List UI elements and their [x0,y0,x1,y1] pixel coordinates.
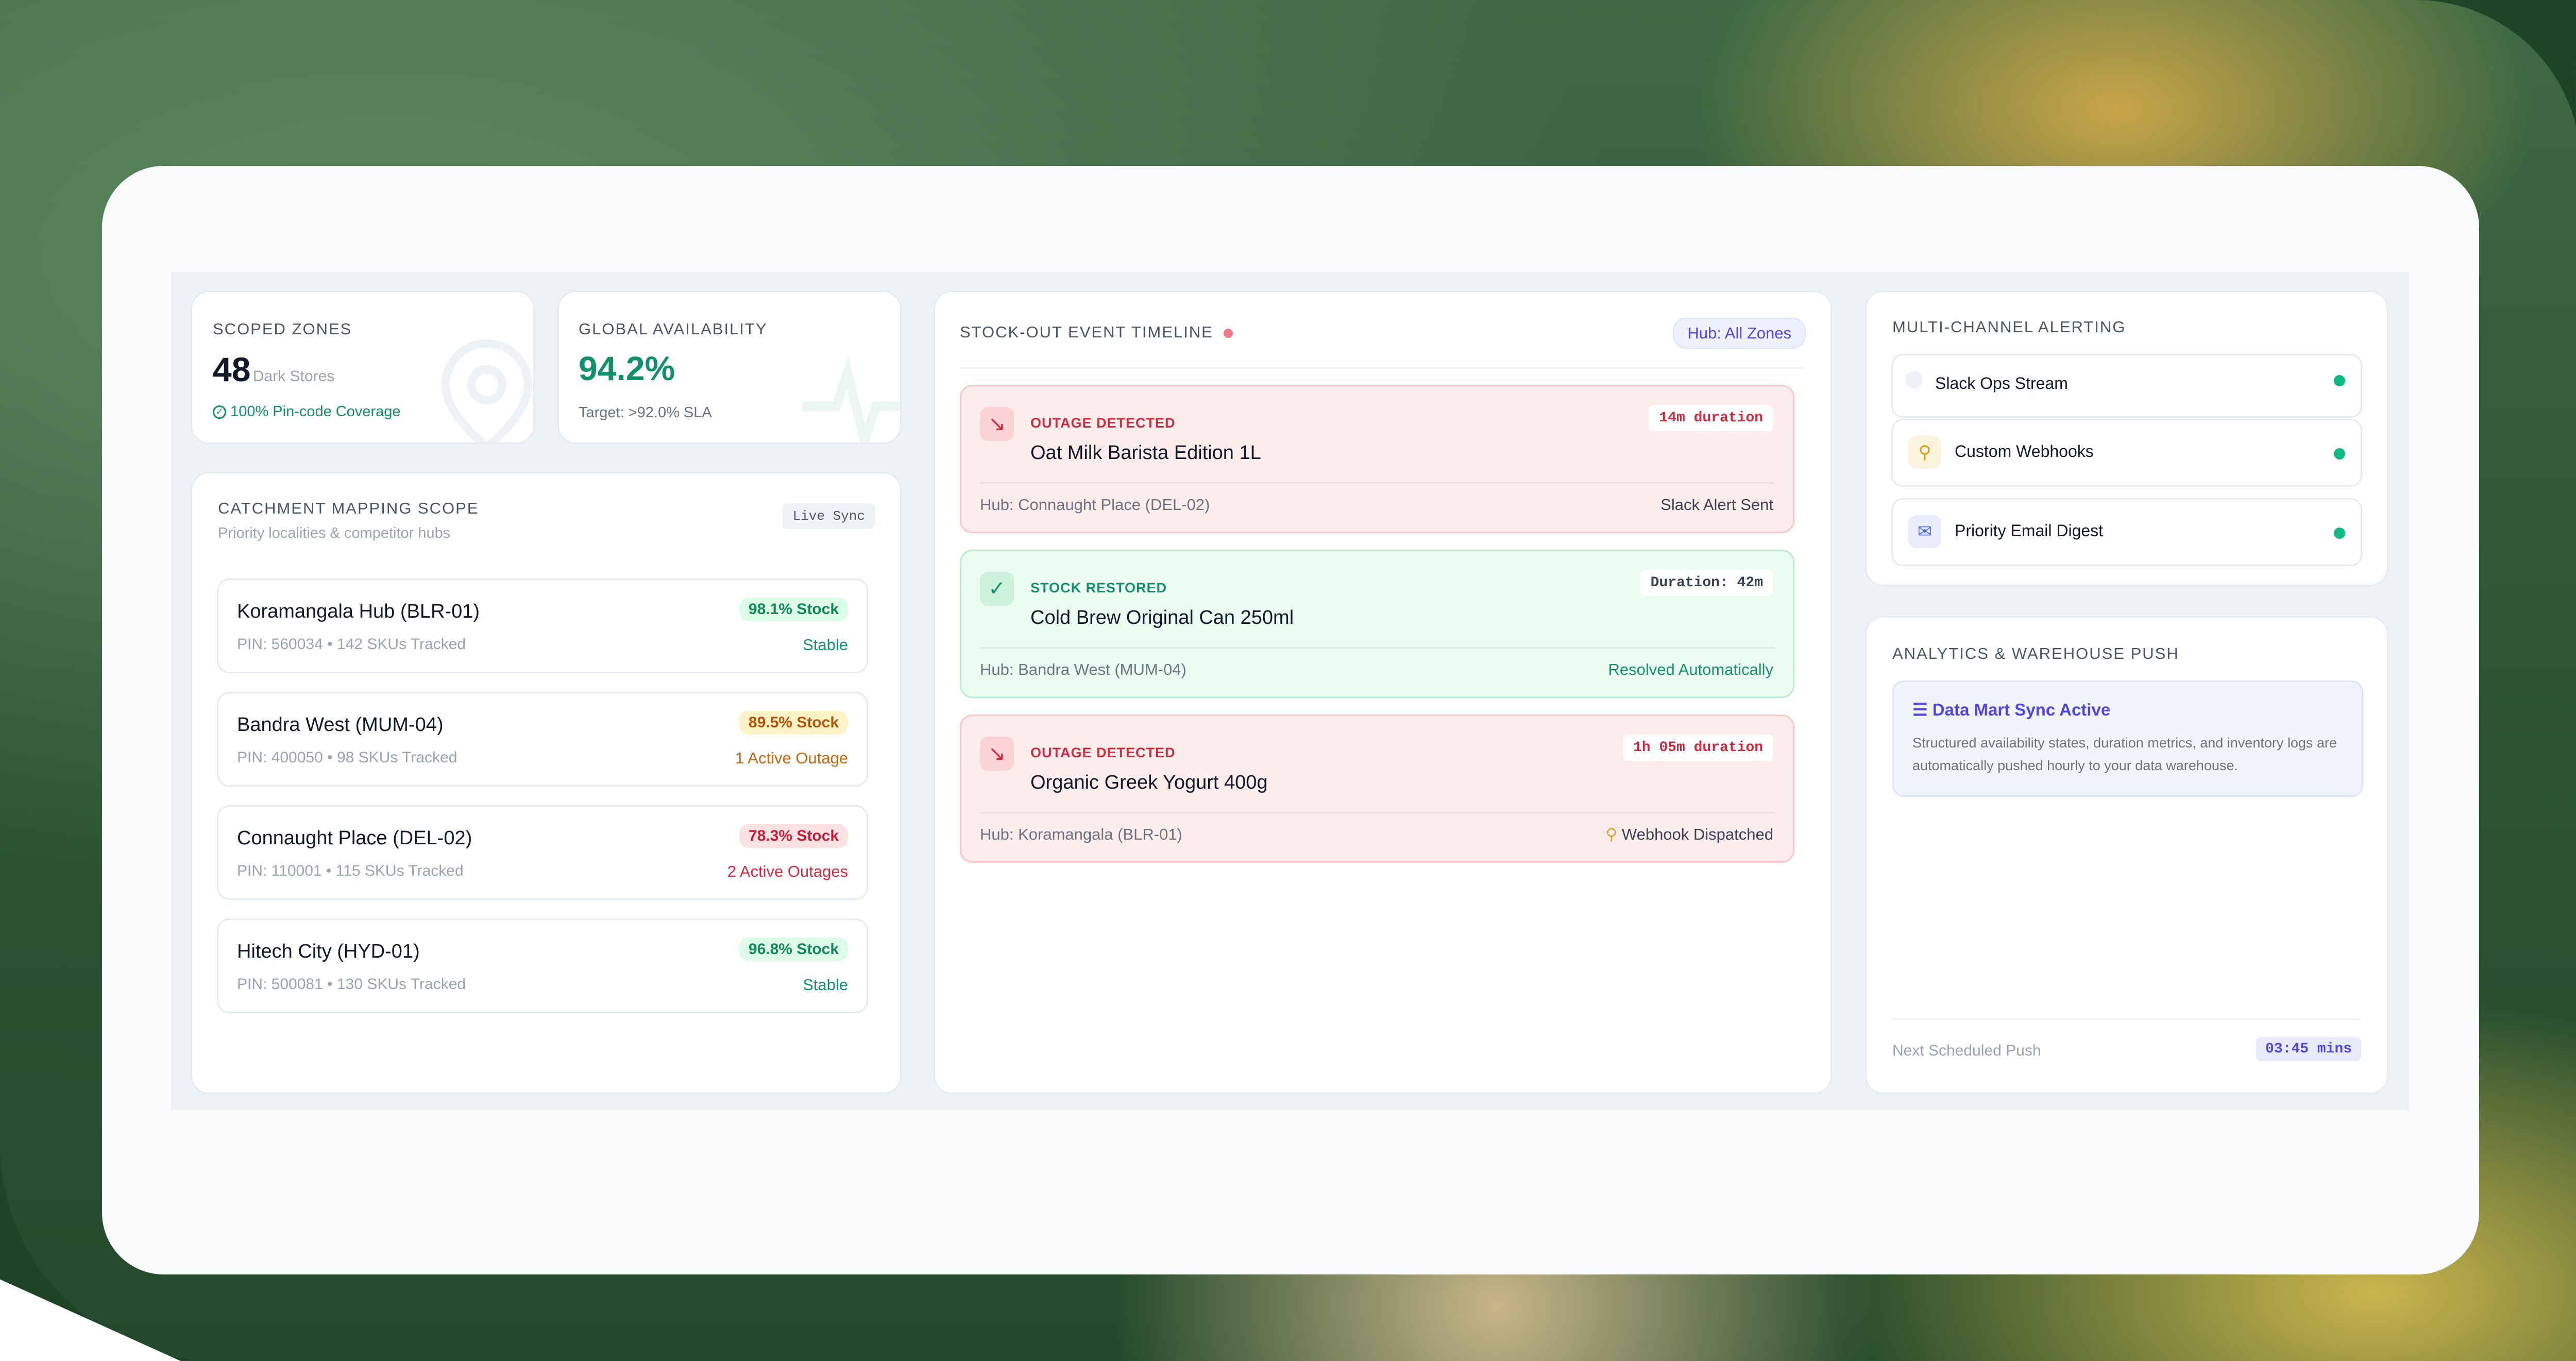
event-duration: 14m duration [1649,405,1773,431]
global-availability-panel: GLOBAL AVAILABILITY 94.2% Target: >92.0%… [557,291,902,444]
alert-channel-label: Custom Webhooks [1955,442,2094,461]
sync-card: ☰ Data Mart Sync Active Structured avail… [1892,680,2363,797]
event-duration: 1h 05m duration [1622,735,1773,761]
event-tag: OUTAGE DETECTED [1030,415,1176,431]
database-icon: ☰ [1912,700,1928,719]
dashboard: SCOPED ZONES 48 Dark Stores ✓ 100% Pin-c… [171,272,2409,1110]
timeline-title: STOCK-OUT EVENT TIMELINE [960,323,1213,341]
event-duration: Duration: 42m [1640,570,1773,596]
event-status: Slack Alert Sent [1660,496,1773,514]
timeline-event[interactable]: ↘ OUTAGE DETECTED Oat Milk Barista Editi… [960,385,1794,533]
dashboard-card: SCOPED ZONES 48 Dark Stores ✓ 100% Pin-c… [102,166,2479,1274]
event-tag: STOCK RESTORED [1030,580,1167,596]
check-circle-icon: ✓ [980,572,1014,606]
event-hub: Hub: Connaught Place (DEL-02) [980,496,1210,514]
alert-channel-label: Slack Ops Stream [1935,374,2068,393]
availability-value: 94.2% [579,349,675,387]
hub-name: Bandra West (MUM-04) [237,714,444,736]
catchment-subtitle: Priority localities & competitor hubs [218,525,451,541]
hub-meta: PIN: 560034 • 142 SKUs Tracked [237,636,466,653]
scoped-zones-panel: SCOPED ZONES 48 Dark Stores ✓ 100% Pin-c… [191,291,535,444]
catchment-title: CATCHMENT MAPPING SCOPE [218,499,479,517]
slack-icon [1905,371,1923,388]
zone-count: 48 [213,350,251,388]
next-push-label: Next Scheduled Push [1892,1042,2041,1059]
hub-meta: PIN: 110001 • 115 SKUs Tracked [237,862,464,879]
divider [960,367,1806,369]
hub-filter-button[interactable]: Hub: All Zones [1673,318,1806,349]
live-dot [1224,328,1233,338]
stock-badge: 98.1% Stock [739,598,848,621]
event-status: Resolved Automatically [1608,660,1774,678]
event-title: Cold Brew Original Can 250ml [1030,607,1294,628]
hub-name: Connaught Place (DEL-02) [237,827,472,849]
sync-title: Data Mart Sync Active [1932,700,2111,719]
hub-status: 1 Active Outage [735,749,848,767]
event-title: Organic Greek Yogurt 400g [1030,772,1268,793]
event-hub: Hub: Bandra West (MUM-04) [980,660,1187,678]
hub-row[interactable]: Koramangala Hub (BLR-01) PIN: 560034 • 1… [217,579,868,673]
hub-status: Stable [803,976,848,994]
status-dot [2334,448,2345,460]
check-circle-icon: ✓ [213,405,226,419]
next-push-timer: 03:45 mins [2256,1037,2361,1061]
availability-label: GLOBAL AVAILABILITY [579,320,768,338]
sync-description: Structured availability states, duration… [1912,735,2337,773]
hub-status: Stable [803,636,848,654]
location-pin-icon [441,339,533,443]
pulse-icon [802,356,900,443]
hub-name: Hitech City (HYD-01) [237,941,420,962]
alert-channel-webhooks[interactable]: ⚲ Custom Webhooks [1891,419,2362,487]
alert-channel-slack[interactable]: Slack Ops Stream [1891,354,2362,418]
hub-status: 2 Active Outages [727,862,848,880]
divider [980,482,1774,484]
hub-name: Koramangala Hub (BLR-01) [237,601,480,622]
status-dot [2334,528,2345,539]
webhook-icon: ⚲ [1908,436,1941,469]
analytics-title: ANALYTICS & WAREHOUSE PUSH [1892,644,2179,662]
stock-badge: 89.5% Stock [739,711,848,735]
alert-channel-email[interactable]: ✉ Priority Email Digest [1891,498,2362,566]
event-status: Webhook Dispatched [1621,825,1773,843]
trend-down-icon: ↘ [980,737,1014,771]
stock-badge: 96.8% Stock [739,938,848,961]
live-sync-badge: Live Sync [782,503,875,529]
webhook-icon: ⚲ [1605,825,1618,843]
divider [980,812,1774,813]
scoped-zones-label: SCOPED ZONES [213,320,352,338]
stock-badge: 78.3% Stock [739,824,848,848]
hub-meta: PIN: 400050 • 98 SKUs Tracked [237,749,457,766]
coverage-text: 100% Pin-code Coverage [230,403,401,420]
analytics-panel: ANALYTICS & WAREHOUSE PUSH ☰ Data Mart S… [1865,616,2388,1094]
catchment-panel: CATCHMENT MAPPING SCOPE Priority localit… [191,472,902,1094]
event-hub: Hub: Koramangala (BLR-01) [980,825,1182,843]
alert-channel-label: Priority Email Digest [1955,521,2104,540]
divider [980,647,1774,649]
availability-target: Target: >92.0% SLA [579,404,712,421]
mail-icon: ✉ [1908,515,1941,548]
hub-meta: PIN: 500081 • 130 SKUs Tracked [237,976,466,993]
trend-down-icon: ↘ [980,407,1014,441]
hub-row[interactable]: Bandra West (MUM-04) PIN: 400050 • 98 SK… [217,692,868,787]
hub-row[interactable]: Connaught Place (DEL-02) PIN: 110001 • 1… [217,805,868,900]
timeline-event[interactable]: ↘ OUTAGE DETECTED Organic Greek Yogurt 4… [960,714,1794,863]
alerting-panel: MULTI-CHANNEL ALERTING Slack Ops Stream … [1865,291,2388,586]
divider [1892,1018,2361,1020]
timeline-event[interactable]: ✓ STOCK RESTORED Cold Brew Original Can … [960,550,1794,698]
zone-count-unit: Dark Stores [252,368,335,385]
hub-row[interactable]: Hitech City (HYD-01) PIN: 500081 • 130 S… [217,918,868,1013]
alerting-title: MULTI-CHANNEL ALERTING [1892,318,2126,336]
event-tag: OUTAGE DETECTED [1030,745,1176,760]
timeline-panel: STOCK-OUT EVENT TIMELINE Hub: All Zones … [934,291,1832,1094]
event-title: Oat Milk Barista Edition 1L [1030,442,1261,464]
status-dot [2334,375,2345,386]
